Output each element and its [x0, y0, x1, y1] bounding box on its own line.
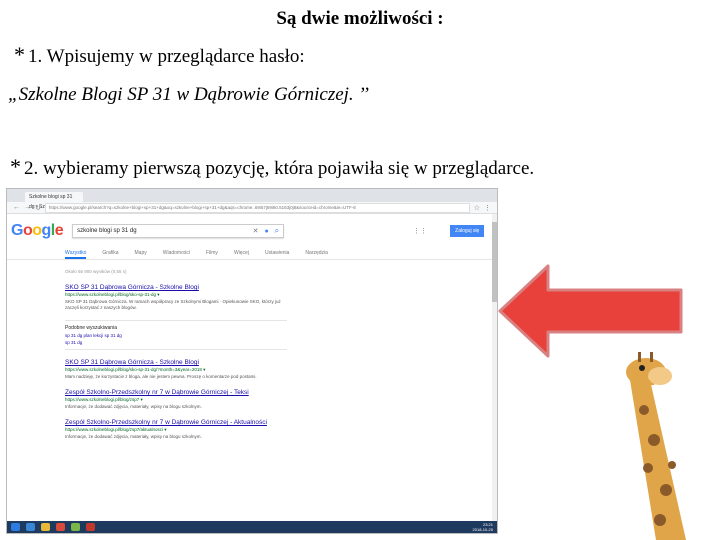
- microphone-icon[interactable]: ●: [264, 228, 268, 235]
- address-bar-row: ← → ↻ https://www.google.pl/search?q=szk…: [7, 202, 497, 214]
- result-url: https://www.szkolneblogi.pl/blog/sko-sp-…: [65, 292, 160, 297]
- start-button-icon[interactable]: [11, 523, 20, 531]
- forward-icon[interactable]: →: [24, 204, 31, 211]
- related-searches: Podobne wyszukiwania sp 31 dg plan lekcj…: [65, 320, 287, 350]
- clear-icon[interactable]: ✕: [253, 227, 259, 235]
- taskbar-clock: 23:21 2018-10-25: [473, 522, 493, 532]
- result-snippet: Informacje, że dodawać zdjęcia, materiał…: [65, 434, 202, 439]
- related-link[interactable]: sp 31 dg plan lekcji sp 31 dg: [65, 333, 287, 338]
- reload-icon[interactable]: ↻: [35, 204, 41, 212]
- chrome-icon[interactable]: [71, 523, 80, 531]
- result-title-link[interactable]: SKO SP 31 Dąbrowa Górnicza - Szkolne Blo…: [65, 359, 287, 366]
- tab-images[interactable]: Grafika: [102, 248, 118, 259]
- tab-more[interactable]: Więcej: [234, 248, 249, 259]
- tab-news[interactable]: Wiadomości: [163, 248, 190, 259]
- result-url: https://www.szkolneblogi.pl/blog/zsp7/ak…: [65, 427, 167, 432]
- search-query: szkolne blogi sp 31 dg: [77, 228, 137, 234]
- menu-icon[interactable]: ⋮: [484, 204, 491, 212]
- bullet-star: *: [14, 42, 25, 67]
- result-snippet: SKO SP 31 Dąbrowa Górnicza. W ramach wsp…: [65, 299, 281, 310]
- tab-settings[interactable]: Ustawienia: [265, 248, 289, 259]
- related-heading: Podobne wyszukiwania: [65, 325, 117, 331]
- search-result: Zespół Szkolno-Przedszkolny nr 7 w Dąbro…: [65, 389, 287, 410]
- back-icon[interactable]: ←: [13, 204, 20, 211]
- step-one-text: 1. Wpisujemy w przeglądarce hasło:: [28, 46, 305, 67]
- apps-grid-icon[interactable]: ⋮⋮: [413, 227, 427, 235]
- tab-videos[interactable]: Filmy: [206, 248, 218, 259]
- result-snippet: Informacje, że dodawać zdjęcia, materiał…: [65, 404, 202, 409]
- signin-button[interactable]: Zaloguj się: [450, 225, 485, 237]
- step-two-text: 2. wybieramy pierwszą pozycję, która poj…: [24, 158, 535, 179]
- bullet-star: *: [10, 154, 21, 179]
- ie-icon[interactable]: [26, 523, 35, 531]
- result-stats: Około 56 900 wyników (0,55 s): [65, 269, 127, 274]
- related-link[interactable]: sp 31 dg: [65, 340, 287, 345]
- search-input[interactable]: szkolne blogi sp 31 dg ✕ ● ⌕: [72, 224, 285, 238]
- powerpoint-icon[interactable]: [86, 523, 95, 531]
- browser-tab-bar: Szkolne blogi sp 31 dg - Szuk...: [7, 189, 497, 210]
- folder-icon[interactable]: [41, 523, 50, 531]
- result-title-link[interactable]: SKO SP 31 Dąbrowa Górnicza - Szkolne Blo…: [65, 284, 287, 291]
- browser-screenshot: Szkolne blogi sp 31 dg - Szuk... ← → ↻ h…: [6, 188, 498, 534]
- page-scrollbar[interactable]: [492, 214, 497, 521]
- giraffe-illustration: [626, 352, 686, 540]
- google-logo[interactable]: Google: [11, 222, 64, 240]
- red-arrow-left-icon: [498, 264, 683, 358]
- tab-tools[interactable]: Narzędzia: [305, 248, 328, 259]
- search-phrase: „Szkolne Blogi SP 31 w Dąbrowie Górnicze…: [8, 84, 369, 105]
- search-result: SKO SP 31 Dąbrowa Górnicza - Szkolne Blo…: [65, 284, 287, 311]
- search-result: Zespół Szkolno-Przedszkolny nr 7 w Dąbro…: [65, 419, 287, 440]
- result-snippet: Mam nadzieję, że korzystacie z bloga, al…: [65, 374, 257, 379]
- result-title-link[interactable]: Zespół Szkolno-Przedszkolny nr 7 w Dąbro…: [65, 389, 287, 396]
- step-one: * 1. Wpisujemy w przeglądarce hasło:: [14, 42, 305, 68]
- step-two: * 2. wybieramy pierwszą pozycję, która po…: [10, 154, 534, 180]
- scrollbar-thumb[interactable]: [492, 222, 497, 302]
- search-result: SKO SP 31 Dąbrowa Górnicza - Szkolne Blo…: [65, 359, 287, 380]
- result-url: https://www.szkolneblogi.pl/blog/sko-sp-…: [65, 367, 206, 372]
- tab-maps[interactable]: Mapy: [135, 248, 147, 259]
- tab-all[interactable]: Wszystko: [65, 248, 87, 259]
- windows-taskbar: 23:21 2018-10-25: [7, 521, 497, 533]
- media-player-icon[interactable]: [56, 523, 65, 531]
- search-results: Około 56 900 wyników (0,55 s) SKO SP 31 …: [65, 269, 287, 449]
- result-url: https://www.szkolneblogi.pl/blog/zsp7 ▾: [65, 397, 143, 402]
- result-title-link[interactable]: Zespół Szkolno-Przedszkolny nr 7 w Dąbro…: [65, 419, 287, 426]
- slide-heading: Są dwie możliwości :: [276, 8, 444, 29]
- address-bar[interactable]: https://www.google.pl/search?q=szkolne+b…: [44, 202, 470, 213]
- clock-date: 2018-10-25: [472, 527, 493, 532]
- search-icon[interactable]: ⌕: [275, 226, 279, 236]
- browser-tab[interactable]: Szkolne blogi sp 31 dg - Szuk...: [25, 192, 83, 210]
- google-header: Google szkolne blogi sp 31 dg ✕ ● ⌕ ⋮⋮ Z…: [7, 214, 497, 248]
- search-tabs: Wszystko Grafika Mapy Wiadomości Filmy W…: [7, 248, 497, 260]
- star-icon[interactable]: ☆: [474, 204, 480, 212]
